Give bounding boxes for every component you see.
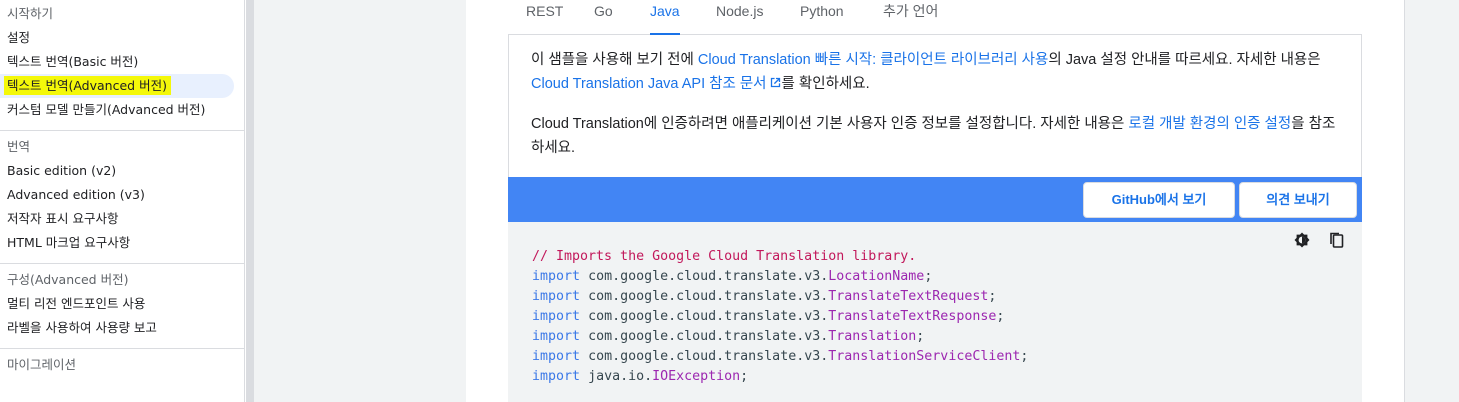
- right-gutter: [1404, 0, 1459, 402]
- code-package: com.google.cloud.translate.v3.: [588, 309, 829, 324]
- code-class: TranslationServiceClient: [828, 349, 1021, 364]
- code-package: com.google.cloud.translate.v3.: [588, 329, 829, 344]
- sidebar-item-multi-region[interactable]: 멀티 리전 엔드포인트 사용: [0, 292, 244, 316]
- copy-icon[interactable]: [1328, 231, 1346, 249]
- code-package: java.io.: [588, 369, 653, 384]
- send-feedback-button[interactable]: 의견 보내기: [1239, 182, 1357, 218]
- sidebar-heading[interactable]: 마이그레이션: [0, 353, 244, 377]
- auth-paragraph: Cloud Translation에 인증하려면 애플리케이션 기본 사용자 인…: [531, 112, 1341, 160]
- api-reference-link[interactable]: Cloud Translation Java API 참조 문서: [531, 76, 782, 92]
- code-text: // Imports the Google Cloud Translation …: [532, 249, 1029, 384]
- code-toolbar: GitHub에서 보기 의견 보내기: [508, 177, 1362, 222]
- code-block: // Imports the Google Cloud Translation …: [508, 222, 1362, 402]
- tab-java[interactable]: Java: [650, 0, 680, 35]
- sidebar-item-advanced-v3[interactable]: Advanced edition (v3): [0, 183, 244, 207]
- sidebar-section-getting-started: 시작하기 설정 텍스트 번역(Basic 버전) 텍스트 번역(Advanced…: [0, 0, 244, 131]
- auth-setup-link[interactable]: 로컬 개발 환경의 인증 설정: [1128, 116, 1291, 132]
- sidebar-item-html-markup[interactable]: HTML 마크업 요구사항: [0, 231, 244, 255]
- code-class: TranslateTextRequest: [828, 289, 989, 304]
- api-reference-link-label: Cloud Translation Java API 참조 문서: [531, 76, 767, 92]
- para-text: Cloud Translation에 인증하려면 애플리케이션 기본 사용자 인…: [531, 116, 1129, 132]
- dark-mode-icon[interactable]: [1293, 231, 1311, 249]
- main-panel: REST Go Java Node.js Python 추가 언어 이 샘플을 …: [466, 0, 1404, 402]
- para-text: 를 확인하세요.: [781, 76, 870, 92]
- sidebar-section-config: 구성(Advanced 버전) 멀티 리전 엔드포인트 사용 라벨을 사용하여 …: [0, 264, 244, 349]
- sidebar-item-label: 텍스트 번역(Advanced 버전): [4, 76, 171, 95]
- sidebar-heading[interactable]: 구성(Advanced 버전): [0, 268, 244, 292]
- code-keyword: import: [532, 269, 581, 284]
- code-package: com.google.cloud.translate.v3.: [588, 349, 829, 364]
- sidebar-heading[interactable]: 시작하기: [0, 2, 244, 26]
- para-text: 이 샘플을 사용해 보기 전에: [531, 52, 698, 68]
- code-class: LocationName: [828, 269, 925, 284]
- sidebar-heading[interactable]: 번역: [0, 135, 244, 159]
- sidebar-item-translate-advanced[interactable]: 텍스트 번역(Advanced 버전): [0, 74, 234, 98]
- tab-rest[interactable]: REST: [526, 0, 563, 35]
- code-class: IOException: [652, 369, 741, 384]
- code-keyword: import: [532, 329, 581, 344]
- sidebar-item-translate-basic[interactable]: 텍스트 번역(Basic 버전): [0, 50, 244, 74]
- tab-python[interactable]: Python: [800, 0, 844, 35]
- sidebar-item-basic-v2[interactable]: Basic edition (v2): [0, 159, 244, 183]
- sidebar-nav: 시작하기 설정 텍스트 번역(Basic 버전) 텍스트 번역(Advanced…: [0, 0, 245, 402]
- external-link-icon: [770, 77, 780, 88]
- setup-paragraph: 이 샘플을 사용해 보기 전에 Cloud Translation 빠른 시작:…: [531, 48, 1341, 96]
- tab-content: 이 샘플을 사용해 보기 전에 Cloud Translation 빠른 시작:…: [508, 35, 1362, 177]
- sidebar-section-migration: 마이그레이션: [0, 349, 244, 385]
- code-comment: // Imports the Google Cloud Translation …: [532, 249, 917, 264]
- code-actions: [1281, 231, 1346, 249]
- sidebar-item-setup[interactable]: 설정: [0, 26, 244, 50]
- code-package: com.google.cloud.translate.v3.: [588, 289, 829, 304]
- tab-go[interactable]: Go: [594, 0, 613, 35]
- view-on-github-button[interactable]: GitHub에서 보기: [1083, 182, 1235, 218]
- left-gutter: [246, 0, 466, 402]
- code-keyword: import: [532, 289, 581, 304]
- code-keyword: import: [532, 349, 581, 364]
- tab-more-languages[interactable]: 추가 언어: [883, 0, 938, 35]
- language-tabs: REST Go Java Node.js Python 추가 언어: [508, 0, 1362, 35]
- code-class: TranslateTextResponse: [828, 309, 997, 324]
- para-text: 의 Java 설정 안내를 따르세요. 자세한 내용은: [1048, 52, 1321, 68]
- tab-nodejs[interactable]: Node.js: [716, 0, 763, 35]
- sidebar-item-labels-usage[interactable]: 라벨을 사용하여 사용량 보고: [0, 316, 244, 340]
- code-keyword: import: [532, 309, 581, 324]
- sidebar-section-translation: 번역 Basic edition (v2) Advanced edition (…: [0, 131, 244, 264]
- code-keyword: import: [532, 369, 581, 384]
- code-package: com.google.cloud.translate.v3.: [588, 269, 829, 284]
- quickstart-link[interactable]: Cloud Translation 빠른 시작: 클라이언트 라이브러리 사용: [698, 52, 1048, 68]
- code-class: Translation: [828, 329, 917, 344]
- sidebar-item-custom-model[interactable]: 커스텀 모델 만들기(Advanced 버전): [0, 98, 244, 122]
- sidebar-item-attribution[interactable]: 저작자 표시 요구사항: [0, 207, 244, 231]
